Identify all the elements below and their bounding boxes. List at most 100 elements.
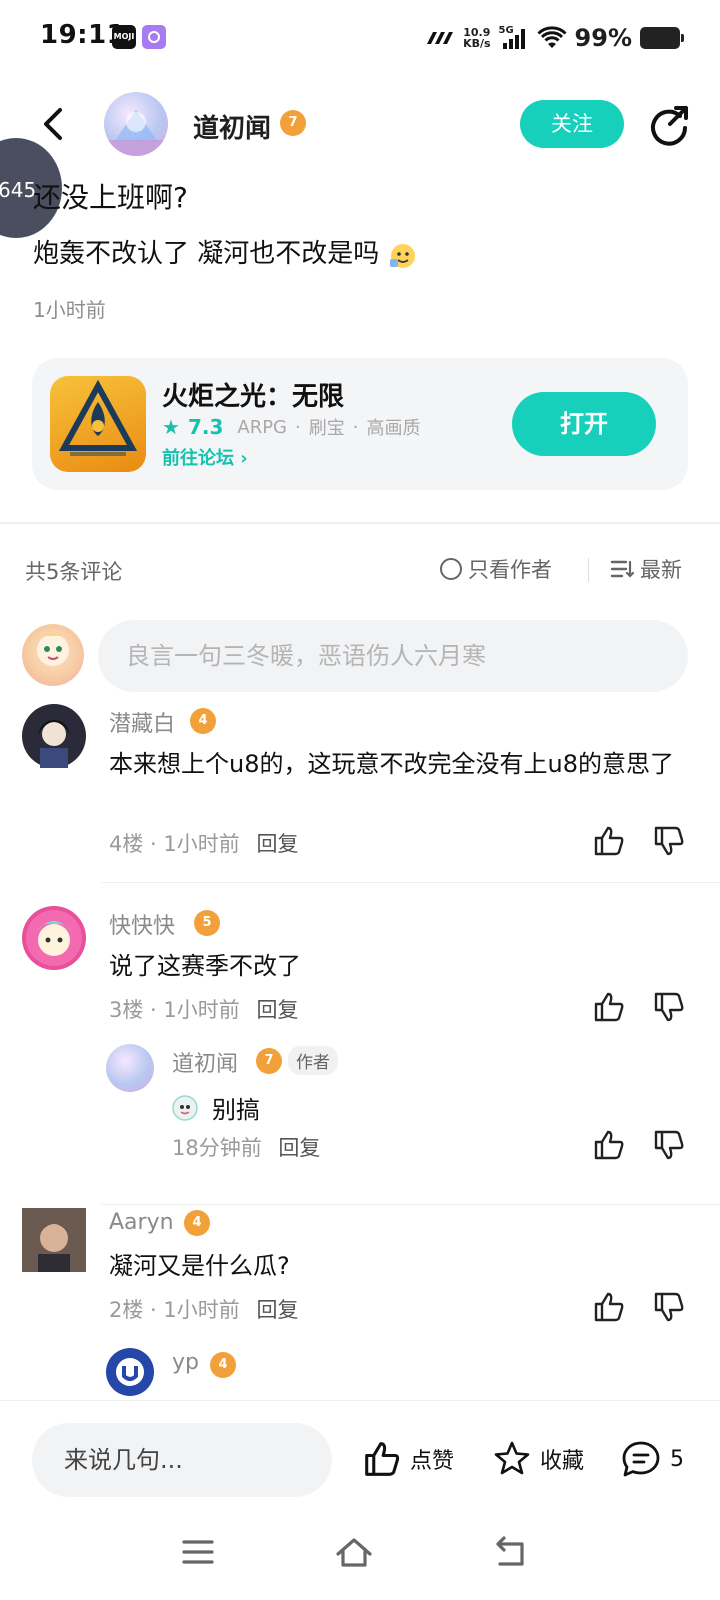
bottom-action-bar: 来说几句... 点赞 收藏 5 bbox=[0, 1400, 720, 1504]
game-icon[interactable] bbox=[50, 376, 146, 472]
commenter-avatar[interactable] bbox=[22, 906, 86, 970]
game-title: 火炬之光：无限 bbox=[162, 382, 345, 412]
comment-meta: 3楼 · 1小时前 回复 bbox=[109, 998, 299, 1022]
author-level-badge: 7 bbox=[280, 110, 306, 136]
nfc-icon bbox=[427, 32, 454, 44]
sub-reply-text: 别搞 bbox=[212, 1096, 260, 1124]
sub-reply-content: 别搞 bbox=[172, 1090, 260, 1125]
comment-meta: 2楼 · 1小时前 回复 bbox=[109, 1298, 299, 1322]
sub-reply-name[interactable]: 道初闻 bbox=[172, 1046, 238, 1078]
radio-circle-icon bbox=[440, 558, 462, 580]
sort-label: 最新 bbox=[640, 558, 682, 582]
favorite-button[interactable]: 收藏 bbox=[492, 1439, 584, 1479]
cellular-signal-icon: 5G bbox=[499, 25, 529, 51]
follow-button[interactable]: 关注 bbox=[520, 100, 624, 148]
game-card[interactable]: 火炬之光：无限 ★ 7.3 ARPG · 刷宝 · 高画质 前往论坛 › 打开 bbox=[32, 358, 688, 490]
header-separator bbox=[588, 558, 589, 582]
back-arrow-icon[interactable] bbox=[36, 106, 72, 142]
emoji-icon bbox=[389, 243, 415, 268]
star-outline-icon bbox=[494, 1441, 530, 1475]
sub-reply-avatar[interactable] bbox=[106, 1348, 154, 1396]
comment-text: 本来想上个u8的，这玩意不改完全没有上u8的意思了 bbox=[109, 750, 674, 778]
menu-icon[interactable] bbox=[178, 1534, 218, 1570]
author-avatar[interactable] bbox=[104, 92, 168, 156]
home-icon[interactable] bbox=[334, 1534, 374, 1570]
comments-button[interactable]: 5 bbox=[620, 1439, 684, 1479]
thumbs-up-icon[interactable] bbox=[592, 990, 626, 1024]
forum-link[interactable]: 前往论坛 › bbox=[162, 444, 248, 470]
comment-divider bbox=[102, 1204, 720, 1205]
comment-item: Aaryn 4 凝河又是什么瓜? 2楼 · 1小时前 回复 yp 4 bbox=[0, 1208, 720, 1400]
sort-icon bbox=[610, 560, 634, 578]
commenter-level-badge: 4 bbox=[184, 1210, 210, 1236]
comment-time: 1小时前 bbox=[163, 832, 240, 856]
my-avatar bbox=[22, 624, 84, 686]
wifi-icon bbox=[536, 26, 567, 48]
back-icon[interactable] bbox=[490, 1534, 530, 1570]
sub-reply-name[interactable]: yp bbox=[172, 1350, 199, 1375]
post-body-text: 炮轰不改认了 凝河也不改是吗 bbox=[33, 239, 380, 269]
comment-floor: 3楼 bbox=[109, 998, 144, 1022]
only-author-toggle[interactable]: 只看作者 bbox=[440, 554, 552, 584]
comment-input[interactable]: 良言一句三冬暖，恶语伤人六月寒 bbox=[98, 620, 688, 692]
favorite-label: 收藏 bbox=[540, 1449, 585, 1474]
post-header: 道初闻 7 关注 bbox=[0, 86, 720, 162]
commenter-level-badge: 4 bbox=[190, 708, 216, 734]
thumbs-up-icon[interactable] bbox=[592, 824, 626, 858]
thumbs-down-icon[interactable] bbox=[652, 1128, 686, 1162]
thumbs-down-icon[interactable] bbox=[652, 824, 686, 858]
author-name[interactable]: 道初闻 bbox=[193, 108, 271, 145]
comment-item: 潜藏白 4 本来想上个u8的，这玩意不改完全没有上u8的意思了 4楼 · 1小时… bbox=[0, 700, 720, 884]
like-button[interactable]: 点赞 bbox=[362, 1439, 454, 1479]
tag-separator: · bbox=[352, 416, 359, 438]
sub-reply-avatar[interactable] bbox=[106, 1044, 154, 1092]
author-tag-wrapper: 作者 bbox=[288, 1046, 338, 1075]
share-icon[interactable] bbox=[648, 104, 690, 146]
open-game-button[interactable]: 打开 bbox=[512, 392, 656, 456]
sub-reply-level-badge: 7 bbox=[256, 1048, 282, 1074]
thumbs-down-icon[interactable] bbox=[652, 990, 686, 1024]
game-score: 7.3 bbox=[187, 415, 224, 439]
sort-toggle[interactable]: 最新 bbox=[610, 554, 682, 584]
game-meta: ★ 7.3 ARPG · 刷宝 · 高画质 bbox=[162, 414, 420, 440]
game-tag: 高画质 bbox=[366, 418, 421, 439]
comment-floor: 4楼 bbox=[109, 832, 144, 856]
comment-bubble-icon bbox=[622, 1441, 660, 1477]
commenter-name[interactable]: 快快快 bbox=[109, 908, 175, 940]
reply-button[interactable]: 回复 bbox=[256, 1298, 298, 1322]
reply-button[interactable]: 回复 bbox=[256, 998, 298, 1022]
comment-count-badge: 5 bbox=[670, 1446, 684, 1472]
comment-text: 说了这赛季不改了 bbox=[109, 952, 301, 980]
commenter-avatar[interactable] bbox=[22, 704, 86, 768]
battery-icon bbox=[640, 27, 684, 49]
forum-link-label: 前往论坛 bbox=[162, 448, 234, 469]
floating-bubble-count: 645 bbox=[0, 178, 37, 202]
reply-button[interactable]: 回复 bbox=[256, 832, 298, 856]
star-icon: ★ bbox=[162, 415, 180, 439]
system-nav-bar bbox=[0, 1504, 720, 1600]
thumbs-down-icon[interactable] bbox=[652, 1290, 686, 1324]
comment-floor: 2楼 bbox=[109, 1298, 144, 1322]
sticker-icon bbox=[172, 1094, 198, 1121]
commenter-name[interactable]: 潜藏白 bbox=[109, 706, 175, 738]
comment-text: 凝河又是什么瓜? bbox=[109, 1252, 290, 1280]
moji-app-icon: MOJI bbox=[112, 25, 136, 49]
sub-reply-time: 18分钟前 bbox=[172, 1136, 262, 1160]
post-time: 1小时前 bbox=[33, 298, 106, 322]
commenter-name[interactable]: Aaryn bbox=[109, 1210, 174, 1235]
sub-reply-meta: 18分钟前 回复 bbox=[172, 1132, 320, 1162]
like-label: 点赞 bbox=[410, 1449, 455, 1474]
network-speed-unit: KB/s bbox=[463, 37, 491, 50]
sub-reply-reply-button[interactable]: 回复 bbox=[278, 1136, 320, 1160]
comment-divider bbox=[102, 882, 720, 883]
thumbs-up-icon[interactable] bbox=[592, 1128, 626, 1162]
commenter-avatar[interactable] bbox=[22, 1208, 86, 1272]
comment-time: 1小时前 bbox=[163, 998, 240, 1022]
post-title: 还没上班啊? bbox=[33, 181, 188, 214]
reply-input[interactable]: 来说几句... bbox=[32, 1423, 332, 1497]
thumbs-up-icon[interactable] bbox=[592, 1290, 626, 1324]
post-body: 炮轰不改认了 凝河也不改是吗 bbox=[33, 233, 418, 270]
network-speed: 10.9 KB/s bbox=[463, 27, 490, 49]
comment-item: 快快快 5 说了这赛季不改了 3楼 · 1小时前 回复 道初闻 7 作者 别搞 … bbox=[0, 904, 720, 1206]
comment-time: 1小时前 bbox=[163, 1298, 240, 1322]
